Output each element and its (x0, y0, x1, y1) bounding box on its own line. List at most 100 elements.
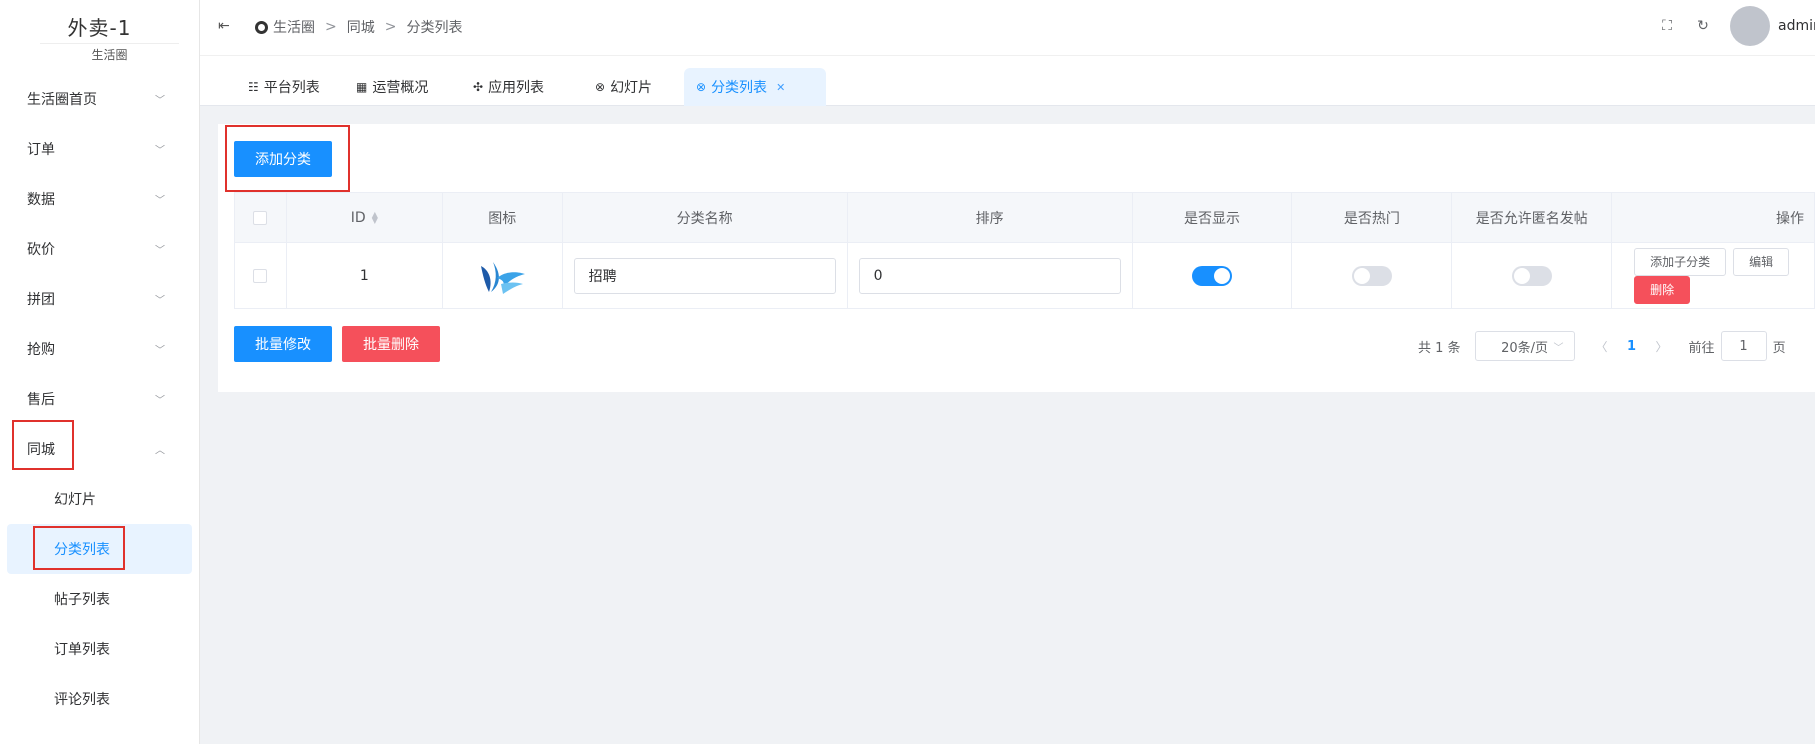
sidebar-item-label: 同城 (27, 442, 55, 458)
submenu-item-slides[interactable]: 幻灯片 (7, 474, 192, 524)
breadcrumb: 生活圈 > 同城 > 分类列表 (255, 17, 462, 37)
breadcrumb-separator: > (325, 19, 337, 35)
row-actions-cell: 添加子分类 编辑删除 (1611, 242, 1815, 309)
chevron-down-icon: ﹀ (155, 345, 165, 357)
sidebar-menu: 生活圈首页 ﹀ 订单 ﹀ 数据 ﹀ 砍价 ﹀ 拼团 ﹀ 抢购 ﹀ 售后 ﹀ 同城 (0, 74, 199, 724)
column-header-sort: 排序 (846, 192, 1133, 243)
page-size-select[interactable]: 20条/页 ﹀ (1474, 331, 1575, 361)
sidebar-item-label: 订单 (27, 142, 55, 158)
batch-edit-button[interactable]: 批量修改 (234, 326, 332, 362)
chevron-down-icon: ﹀ (155, 145, 165, 157)
column-header-icon: 图标 (441, 192, 563, 243)
brand: 外卖-1 生活圈 (0, 0, 199, 66)
list-icon: ☷ (248, 80, 259, 94)
column-header-name: 分类名称 (561, 192, 848, 243)
column-header-actions: 操作 (1611, 192, 1815, 243)
column-header-label: ID (350, 209, 366, 226)
tab-platform-list[interactable]: ☷ 平台列表 (236, 68, 332, 106)
sidebar-item-local[interactable]: 同城 ︿ (0, 424, 199, 474)
tab-label: 分类列表 (711, 80, 768, 96)
sidebar-item-orders[interactable]: 订单 ﹀ (0, 124, 199, 174)
row-sort-cell (846, 242, 1133, 309)
batch-delete-button[interactable]: 批量删除 (342, 326, 440, 362)
chevron-down-icon: ﹀ (155, 245, 165, 257)
show-toggle[interactable] (1192, 265, 1233, 286)
breadcrumb-separator: > (384, 19, 397, 35)
prev-page-icon[interactable]: 〈 (1587, 338, 1617, 355)
next-page-icon[interactable]: 〉 (1647, 338, 1677, 355)
anonymous-toggle[interactable] (1511, 265, 1552, 286)
sidebar-item-bargain[interactable]: 砍价 ﹀ (0, 224, 199, 274)
select-all-cell (234, 192, 287, 243)
tab-label: 应用列表 (488, 80, 545, 96)
grid-icon: ▦ (356, 80, 368, 94)
sidebar-item-label: 数据 (27, 192, 55, 208)
row-select-cell (234, 242, 287, 309)
row-anonymous-cell (1451, 242, 1613, 309)
refresh-icon[interactable]: ↻ (1694, 18, 1712, 34)
category-name-input[interactable] (573, 257, 836, 294)
breadcrumb-item: 分类列表 (406, 20, 463, 36)
chevron-up-icon: ︿ (155, 445, 165, 457)
current-page[interactable]: 1 (1617, 339, 1647, 354)
sidebar-item-data[interactable]: 数据 ﹀ (0, 174, 199, 224)
collapse-sidebar-icon[interactable]: ⇤ (218, 18, 230, 34)
page-size-value: 20条/页 (1501, 340, 1549, 356)
tab-operations-overview[interactable]: ▦ 运营概况 (344, 68, 440, 106)
sidebar-item-label: 拼团 (27, 292, 55, 308)
row-icon-cell (441, 242, 563, 309)
sidebar-item-label: 售后 (27, 392, 55, 408)
brand-subtitle: 生活圈 (40, 43, 179, 63)
submenu-item-category-list[interactable]: 分类列表 (7, 524, 192, 574)
submenu-item-comment-list[interactable]: 评论列表 (7, 674, 192, 724)
fullscreen-icon[interactable]: ⛶ (1658, 18, 1676, 34)
column-header-show: 是否显示 (1131, 192, 1293, 243)
edit-button[interactable]: 编辑 (1733, 247, 1790, 276)
pagination: 共 1 条 20条/页 ﹀ 〈 1 〉 前往 页 (1418, 331, 1786, 361)
breadcrumb-item[interactable]: 同城 (347, 17, 375, 37)
row-name-cell (561, 242, 848, 309)
sort-order-input[interactable] (858, 257, 1121, 294)
sidebar-item-label: 生活圈首页 (27, 92, 97, 108)
goto-page-input[interactable] (1720, 331, 1767, 361)
topbar: ⇤ 生活圈 > 同城 > 分类列表 ⛶ ↻ admin (200, 0, 1815, 56)
tab-app-list[interactable]: ✣ 应用列表 (461, 68, 556, 106)
column-header-anonymous: 是否允许匿名发帖 (1451, 192, 1613, 243)
tab-label: 运营概况 (372, 80, 429, 96)
tab-label: 幻灯片 (610, 80, 653, 96)
brand-title: 外卖-1 (67, 16, 132, 40)
pagination-total: 共 1 条 (1418, 340, 1461, 356)
page-tabs: ☷ 平台列表 ▦ 运营概况 ✣ 应用列表 ⊗ 幻灯片 ⊗ 分类列表 ✕ (200, 56, 1815, 106)
sidebar-item-flash-sale[interactable]: 抢购 ﹀ (0, 324, 199, 374)
sidebar-item-after-sales[interactable]: 售后 ﹀ (0, 374, 199, 424)
select-all-checkbox[interactable] (253, 210, 268, 225)
column-header-id[interactable]: ID ▲ ▼ (285, 192, 443, 243)
submenu-item-order-list[interactable]: 订单列表 (7, 624, 192, 674)
hot-toggle[interactable] (1351, 265, 1392, 286)
submenu-item-post-list[interactable]: 帖子列表 (7, 574, 192, 624)
tab-slides[interactable]: ⊗ 幻灯片 (583, 68, 664, 106)
lifebuoy-icon (255, 20, 268, 34)
delete-button[interactable]: 删除 (1634, 275, 1691, 304)
row-checkbox[interactable] (253, 268, 268, 283)
sidebar-item-group-buy[interactable]: 拼团 ﹀ (0, 274, 199, 324)
close-icon[interactable]: ✕ (776, 81, 785, 94)
tab-category-list[interactable]: ⊗ 分类列表 ✕ (684, 68, 826, 106)
sidebar-item-label: 砍价 (27, 242, 55, 258)
column-header-hot: 是否热门 (1291, 192, 1453, 243)
sort-icon[interactable]: ▲ ▼ (372, 210, 378, 224)
sidebar-item-label: 抢购 (27, 342, 55, 358)
page-suffix: 页 (1772, 340, 1786, 356)
avatar[interactable] (1730, 6, 1770, 46)
chevron-down-icon: ﹀ (155, 395, 165, 407)
row-show-cell (1131, 242, 1293, 309)
chevron-down-icon: ﹀ (155, 295, 165, 307)
add-subcategory-button[interactable]: 添加子分类 (1634, 247, 1727, 276)
add-category-button[interactable]: 添加分类 (234, 141, 332, 177)
category-table: ID ▲ ▼ 图标 分类名称 排序 是否显示 是否热门 是否允许匿名发帖 操作 1 (234, 192, 1815, 309)
sidebar-item-home[interactable]: 生活圈首页 ﹀ (0, 74, 199, 124)
chevron-down-icon: ﹀ (155, 195, 165, 207)
user-name[interactable]: admin (1778, 18, 1815, 34)
table-header-row: ID ▲ ▼ 图标 分类名称 排序 是否显示 是否热门 是否允许匿名发帖 操作 (234, 192, 1815, 243)
breadcrumb-item[interactable]: 生活圈 (273, 17, 315, 37)
